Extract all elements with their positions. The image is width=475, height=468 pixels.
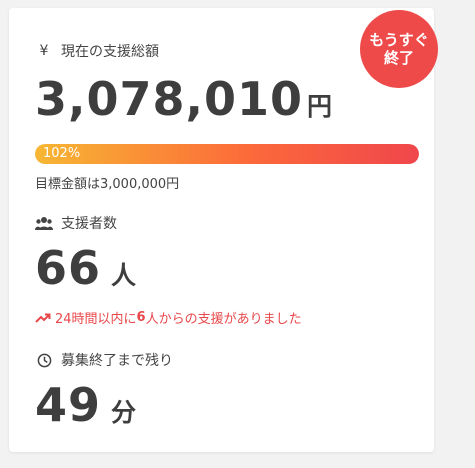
supporters-count: 66 人 <box>35 241 136 295</box>
people-icon <box>35 216 53 230</box>
time-left-label-row: 募集終了まで残り <box>35 350 173 370</box>
supporters-label: 支援者数 <box>61 216 117 232</box>
total-funding-value: 3,078,010 <box>35 72 303 126</box>
recent-count: 6 <box>136 310 146 325</box>
supporters-label-row: 支援者数 <box>35 213 117 233</box>
funding-progress-bar: 102% <box>35 144 419 164</box>
funding-progress-label: 102% <box>43 146 81 161</box>
time-left-value: 49 <box>35 378 102 432</box>
badge-line1: もうすぐ <box>369 31 429 49</box>
goal-amount-text: 目標金額は3,000,000円 <box>35 177 180 192</box>
recent-prefix: 24時間以内に <box>55 312 137 327</box>
badge-line2: 終了 <box>383 49 414 67</box>
funding-progress-fill <box>35 144 419 164</box>
total-funding-unit: 円 <box>307 92 333 121</box>
total-funding-amount: 3,078,010 円 <box>35 72 332 126</box>
time-left-unit: 分 <box>111 398 137 427</box>
time-left-value-row: 49 分 <box>35 378 136 432</box>
trending-up-icon <box>35 312 51 324</box>
total-funding-label: 現在の支援総額 <box>61 44 159 60</box>
recent-suffix: 人からの支援がありました <box>145 312 302 327</box>
total-funding-label-row: ¥ 現在の支援総額 <box>35 41 159 61</box>
time-left-label: 募集終了まで残り <box>61 353 173 369</box>
ending-soon-badge: もうすぐ 終了 <box>360 10 438 88</box>
clock-icon <box>35 353 53 368</box>
recent-supporters-text: 24時間以内に 6 人からの支援がありました <box>35 308 302 327</box>
supporters-count-value: 66 <box>35 241 102 295</box>
supporters-count-unit: 人 <box>111 261 137 290</box>
yen-icon: ¥ <box>39 43 49 59</box>
